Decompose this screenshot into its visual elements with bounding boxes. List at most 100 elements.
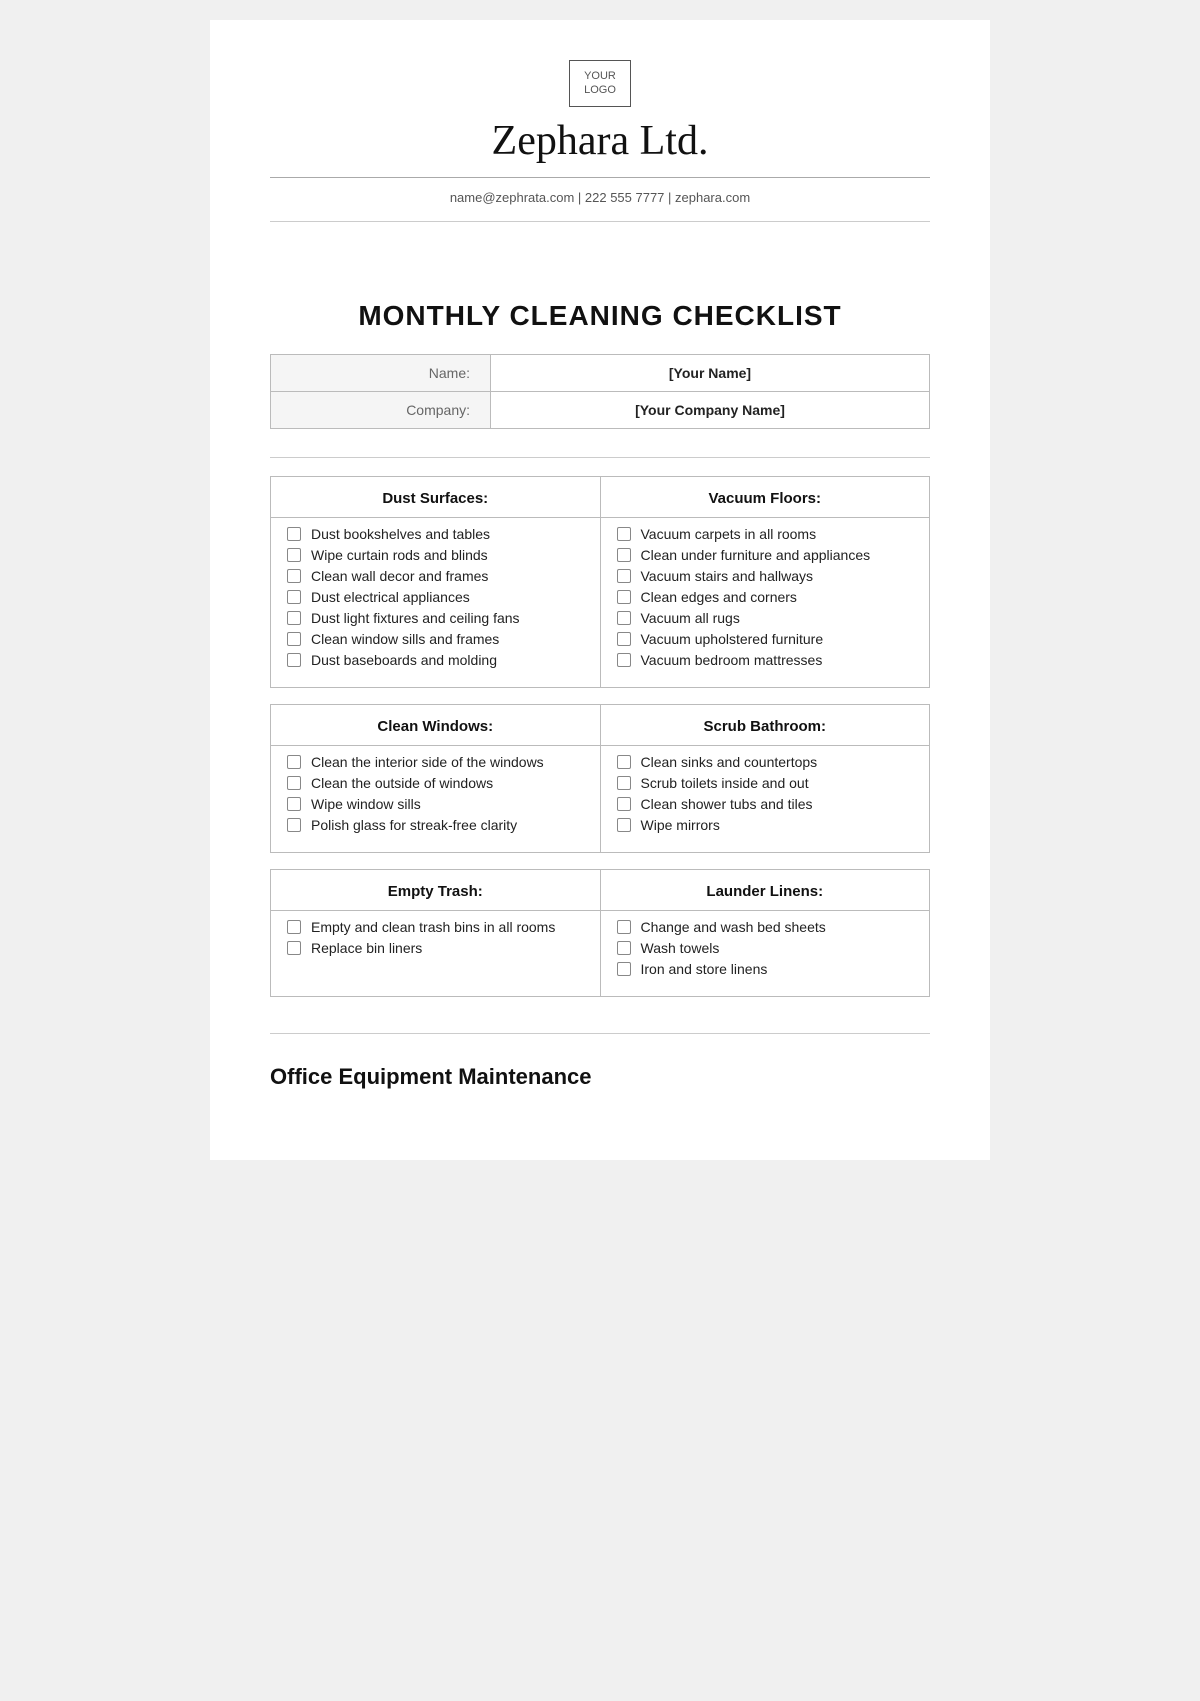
launder-linens-header: Launder Linens: bbox=[600, 869, 930, 910]
header: YOUR LOGO Zephara Ltd. name@zephrata.com… bbox=[270, 60, 930, 252]
item-label: Wipe mirrors bbox=[641, 817, 720, 833]
item-label: Dust baseboards and molding bbox=[311, 652, 497, 668]
company-value: [Your Company Name] bbox=[491, 391, 930, 428]
checkbox[interactable] bbox=[287, 818, 301, 832]
list-item: Clean window sills and frames bbox=[287, 631, 584, 647]
list-item: Clean the interior side of the windows bbox=[287, 754, 584, 770]
checkbox[interactable] bbox=[287, 797, 301, 811]
list-item: Dust bookshelves and tables bbox=[287, 526, 584, 542]
checkbox[interactable] bbox=[287, 611, 301, 625]
trash-linens-items: Empty and clean trash bins in all rooms … bbox=[271, 910, 930, 996]
checkbox[interactable] bbox=[287, 755, 301, 769]
dust-vacuum-header: Dust Surfaces: Vacuum Floors: bbox=[271, 476, 930, 517]
info-row-company: Company: [Your Company Name] bbox=[271, 391, 930, 428]
checkbox[interactable] bbox=[617, 653, 631, 667]
info-table: Name: [Your Name] Company: [Your Company… bbox=[270, 354, 930, 429]
checkbox[interactable] bbox=[617, 776, 631, 790]
list-item: Scrub toilets inside and out bbox=[617, 775, 914, 791]
checkbox[interactable] bbox=[617, 590, 631, 604]
item-label: Vacuum carpets in all rooms bbox=[641, 526, 817, 542]
item-label: Empty and clean trash bins in all rooms bbox=[311, 919, 555, 935]
windows-bathroom-header: Clean Windows: Scrub Bathroom: bbox=[271, 704, 930, 745]
item-label: Vacuum upholstered furniture bbox=[641, 631, 824, 647]
checkbox[interactable] bbox=[287, 590, 301, 604]
item-label: Dust electrical appliances bbox=[311, 589, 470, 605]
section-trash-linens: Empty Trash: Launder Linens: Empty and c… bbox=[270, 869, 930, 997]
checkbox[interactable] bbox=[617, 527, 631, 541]
list-item: Vacuum upholstered furniture bbox=[617, 631, 914, 647]
list-item: Wash towels bbox=[617, 940, 914, 956]
item-label: Clean under furniture and appliances bbox=[641, 547, 871, 563]
company-label: Company: bbox=[271, 391, 491, 428]
checkbox[interactable] bbox=[287, 632, 301, 646]
empty-trash-header: Empty Trash: bbox=[271, 869, 601, 910]
dust-vacuum-items: Dust bookshelves and tables Wipe curtain… bbox=[271, 517, 930, 687]
header-divider bbox=[270, 177, 930, 178]
checkbox[interactable] bbox=[287, 548, 301, 562]
trash-linens-header: Empty Trash: Launder Linens: bbox=[271, 869, 930, 910]
item-label: Wipe curtain rods and blinds bbox=[311, 547, 488, 563]
checkbox[interactable] bbox=[617, 611, 631, 625]
name-label: Name: bbox=[271, 354, 491, 391]
logo-box: YOUR LOGO bbox=[569, 60, 631, 107]
checkbox[interactable] bbox=[617, 797, 631, 811]
bathroom-items-col: Clean sinks and countertops Scrub toilet… bbox=[600, 745, 930, 852]
checkbox[interactable] bbox=[617, 632, 631, 646]
vacuum-items-col: Vacuum carpets in all rooms Clean under … bbox=[600, 517, 930, 687]
item-label: Scrub toilets inside and out bbox=[641, 775, 809, 791]
header-divider2 bbox=[270, 221, 930, 222]
checkbox[interactable] bbox=[287, 920, 301, 934]
checkbox[interactable] bbox=[617, 941, 631, 955]
list-item: Vacuum all rugs bbox=[617, 610, 914, 626]
info-row-name: Name: [Your Name] bbox=[271, 354, 930, 391]
logo-line2: LOGO bbox=[584, 84, 616, 96]
list-item: Clean under furniture and appliances bbox=[617, 547, 914, 563]
checkbox[interactable] bbox=[617, 920, 631, 934]
item-label: Wash towels bbox=[641, 940, 720, 956]
checkbox[interactable] bbox=[287, 527, 301, 541]
item-label: Iron and store linens bbox=[641, 961, 768, 977]
logo-line1: YOUR bbox=[584, 70, 616, 82]
list-item: Replace bin liners bbox=[287, 940, 584, 956]
item-label: Polish glass for streak-free clarity bbox=[311, 817, 517, 833]
checkbox[interactable] bbox=[617, 548, 631, 562]
checklist-title: MONTHLY CLEANING CHECKLIST bbox=[270, 300, 930, 332]
sections-wrapper: Dust Surfaces: Vacuum Floors: Dust books… bbox=[270, 476, 930, 1013]
company-name: Zephara Ltd. bbox=[492, 117, 709, 165]
item-label: Dust bookshelves and tables bbox=[311, 526, 490, 542]
checkbox[interactable] bbox=[287, 776, 301, 790]
checkbox[interactable] bbox=[617, 755, 631, 769]
checkbox[interactable] bbox=[617, 962, 631, 976]
checkbox[interactable] bbox=[617, 818, 631, 832]
item-label: Clean shower tubs and tiles bbox=[641, 796, 813, 812]
item-label: Clean sinks and countertops bbox=[641, 754, 818, 770]
list-item: Wipe mirrors bbox=[617, 817, 914, 833]
windows-bathroom-items: Clean the interior side of the windows C… bbox=[271, 745, 930, 852]
item-label: Change and wash bed sheets bbox=[641, 919, 826, 935]
item-label: Clean edges and corners bbox=[641, 589, 797, 605]
list-item: Dust baseboards and molding bbox=[287, 652, 584, 668]
item-label: Wipe window sills bbox=[311, 796, 421, 812]
item-label: Vacuum bedroom mattresses bbox=[641, 652, 823, 668]
checkbox[interactable] bbox=[287, 569, 301, 583]
list-item: Vacuum carpets in all rooms bbox=[617, 526, 914, 542]
list-item: Change and wash bed sheets bbox=[617, 919, 914, 935]
contact-info: name@zephrata.com | 222 555 7777 | zepha… bbox=[450, 190, 750, 205]
list-item: Dust electrical appliances bbox=[287, 589, 584, 605]
checkbox[interactable] bbox=[287, 941, 301, 955]
list-item: Clean wall decor and frames bbox=[287, 568, 584, 584]
item-label: Clean the outside of windows bbox=[311, 775, 493, 791]
scrub-bathroom-header: Scrub Bathroom: bbox=[600, 704, 930, 745]
section-dust-vacuum: Dust Surfaces: Vacuum Floors: Dust books… bbox=[270, 476, 930, 688]
list-item: Clean sinks and countertops bbox=[617, 754, 914, 770]
item-label: Dust light fixtures and ceiling fans bbox=[311, 610, 520, 626]
windows-bathroom-table: Clean Windows: Scrub Bathroom: Clean the… bbox=[270, 704, 930, 853]
item-label: Vacuum all rugs bbox=[641, 610, 740, 626]
checkbox[interactable] bbox=[617, 569, 631, 583]
windows-items-col: Clean the interior side of the windows C… bbox=[271, 745, 601, 852]
linens-items-col: Change and wash bed sheets Wash towels I… bbox=[600, 910, 930, 996]
dust-vacuum-table: Dust Surfaces: Vacuum Floors: Dust books… bbox=[270, 476, 930, 688]
checkbox[interactable] bbox=[287, 653, 301, 667]
list-item: Polish glass for streak-free clarity bbox=[287, 817, 584, 833]
clean-windows-header: Clean Windows: bbox=[271, 704, 601, 745]
